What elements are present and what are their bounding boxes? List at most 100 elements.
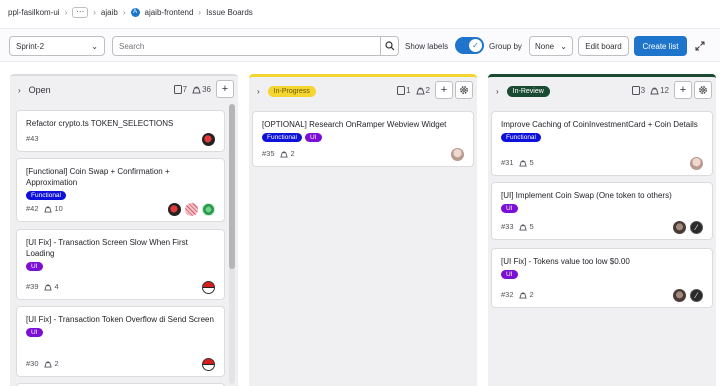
check-icon: ✓ [469, 39, 482, 52]
issue-meta: #31 5 [501, 158, 534, 167]
chevron-right-icon: › [122, 7, 126, 17]
issue-count: 7 [173, 84, 188, 94]
issue-weight: 2 [43, 359, 59, 368]
issue-title[interactable]: [Functional] Coin Swap + Confirmation + … [26, 166, 215, 188]
label-functional[interactable]: Functional [501, 133, 541, 142]
assignees [202, 133, 215, 146]
issue-id: #35 [262, 149, 275, 158]
avatar[interactable] [202, 133, 215, 146]
add-issue-button[interactable]: + [216, 80, 234, 98]
search-input[interactable] [113, 37, 380, 55]
label-ui[interactable]: UI [26, 262, 43, 271]
issue-id: #32 [501, 290, 514, 299]
breadcrumb-project[interactable]: ajaib-frontend [145, 8, 194, 17]
maximize-icon [695, 41, 705, 51]
assignees [690, 157, 703, 170]
issue-card[interactable]: [UI] Implement Coin Swap (One token to o… [491, 182, 713, 240]
list-header-actions: 7 36 + [173, 80, 234, 98]
avatar[interactable] [690, 157, 703, 170]
label-ui[interactable]: UI [26, 328, 43, 337]
list-label[interactable]: In-Review [506, 85, 550, 97]
issue-weight-value: 5 [529, 222, 534, 231]
avatar[interactable] [673, 289, 686, 302]
issue-card[interactable]: [UI Fix] - Transaction Token Overflow di… [16, 306, 225, 377]
label-ui[interactable]: UI [501, 270, 518, 279]
list-header: › In-Review 3 12 + [488, 77, 716, 105]
add-issue-button[interactable]: + [435, 81, 453, 99]
gear-icon [460, 86, 468, 94]
group-by-label: Group by [489, 42, 522, 51]
avatar[interactable] [202, 358, 215, 371]
show-labels-label: Show labels [405, 42, 449, 51]
chevron-right-icon[interactable]: › [257, 87, 260, 96]
assignees [202, 358, 215, 371]
issues-icon [173, 84, 182, 94]
expand-icon[interactable] [694, 39, 706, 53]
show-labels-toggle[interactable]: ✓ [455, 37, 484, 54]
weight-count: 36 [192, 85, 211, 94]
issue-meta: #39 4 [26, 282, 59, 291]
list-settings-button[interactable] [455, 81, 473, 99]
breadcrumb-current[interactable]: Issue Boards [206, 8, 253, 17]
iteration-select[interactable]: Sprint-2 ⌄ [9, 36, 105, 56]
list-settings-button[interactable] [694, 81, 712, 99]
weight-count: 2 [415, 86, 430, 95]
chevron-right-icon[interactable]: › [496, 87, 499, 96]
avatar[interactable] [168, 203, 181, 216]
create-list-button[interactable]: Create list [634, 36, 687, 56]
issue-weight-value: 4 [54, 282, 59, 291]
avatar[interactable] [451, 148, 464, 161]
issue-card[interactable]: [OPTIONAL] Research OnRamper Webview Wid… [252, 111, 474, 167]
label-functional[interactable]: Functional [262, 133, 302, 142]
list-scrollbar[interactable] [229, 104, 235, 384]
label-functional[interactable]: Functional [26, 191, 66, 200]
issue-count-value: 7 [182, 84, 188, 94]
issue-card[interactable]: [UI Fix] - Tokens value too low $0.00 UI… [491, 248, 713, 308]
issue-id: #39 [26, 282, 39, 291]
chevron-right-icon: › [198, 7, 202, 17]
search-button[interactable] [380, 37, 398, 55]
edit-board-button[interactable]: Edit board [578, 36, 629, 56]
issue-title[interactable]: Improve Caching of CoinInvestmentCard + … [501, 119, 703, 130]
issue-labels: UI [26, 328, 215, 337]
issue-title[interactable]: [UI] Implement Coin Swap (One token to o… [501, 190, 703, 201]
avatar[interactable] [185, 203, 198, 216]
avatar[interactable]: ∕ [690, 289, 703, 302]
issue-title[interactable]: [UI Fix] - Transaction Token Overflow di… [26, 314, 215, 325]
issue-labels: Functional [501, 133, 703, 142]
issue-count: 1 [397, 85, 411, 95]
iteration-value: Sprint-2 [16, 41, 45, 51]
assignees [451, 148, 464, 161]
scrollbar-thumb[interactable] [229, 104, 235, 269]
label-ui[interactable]: UI [501, 204, 518, 213]
chevron-down-icon: ⌄ [91, 41, 98, 51]
issue-title[interactable]: Refactor crypto.ts TOKEN_SELECTIONS [26, 118, 215, 129]
issue-weight-value: 2 [54, 359, 59, 368]
issue-card[interactable]: Refactor crypto.ts TOKEN_SELECTIONS #43 [16, 110, 225, 152]
issue-card[interactable]: Improve Caching of CoinInvestmentCard + … [491, 111, 713, 176]
issue-meta: #33 5 [501, 222, 534, 231]
breadcrumb-group[interactable]: ppl-fasilkom-ui [8, 8, 60, 17]
breadcrumb-subgroup[interactable]: ajaib [101, 8, 118, 17]
group-by-select[interactable]: None ⌄ [529, 36, 573, 56]
chevron-right-icon[interactable]: › [18, 86, 21, 95]
avatar[interactable]: ∕ [690, 221, 703, 234]
issue-title[interactable]: [UI Fix] - Tokens value too low $0.00 [501, 256, 703, 267]
issue-title[interactable]: [UI Fix] - Transaction Screen Slow When … [26, 237, 215, 259]
avatar[interactable] [673, 221, 686, 234]
list-title: Open [28, 85, 51, 95]
issue-count-value: 1 [406, 85, 411, 95]
issue-labels: Functional [26, 191, 215, 200]
issue-card[interactable]: [Functional] Coin Swap + Confirmation + … [16, 158, 225, 222]
add-issue-button[interactable]: + [674, 81, 692, 99]
label-ui[interactable]: UI [305, 133, 322, 142]
avatar[interactable] [202, 203, 215, 216]
list-label[interactable]: In-Progress [267, 85, 316, 97]
issue-title[interactable]: [OPTIONAL] Research OnRamper Webview Wid… [262, 119, 464, 130]
avatar[interactable] [202, 281, 215, 294]
assignees: ∕ [673, 289, 703, 302]
issue-meta: #32 2 [501, 290, 534, 299]
chevron-right-icon: › [64, 7, 68, 17]
issue-card[interactable]: [UI Fix] - Transaction Screen Slow When … [16, 229, 225, 300]
breadcrumb-more-button[interactable]: ··· [72, 6, 89, 18]
